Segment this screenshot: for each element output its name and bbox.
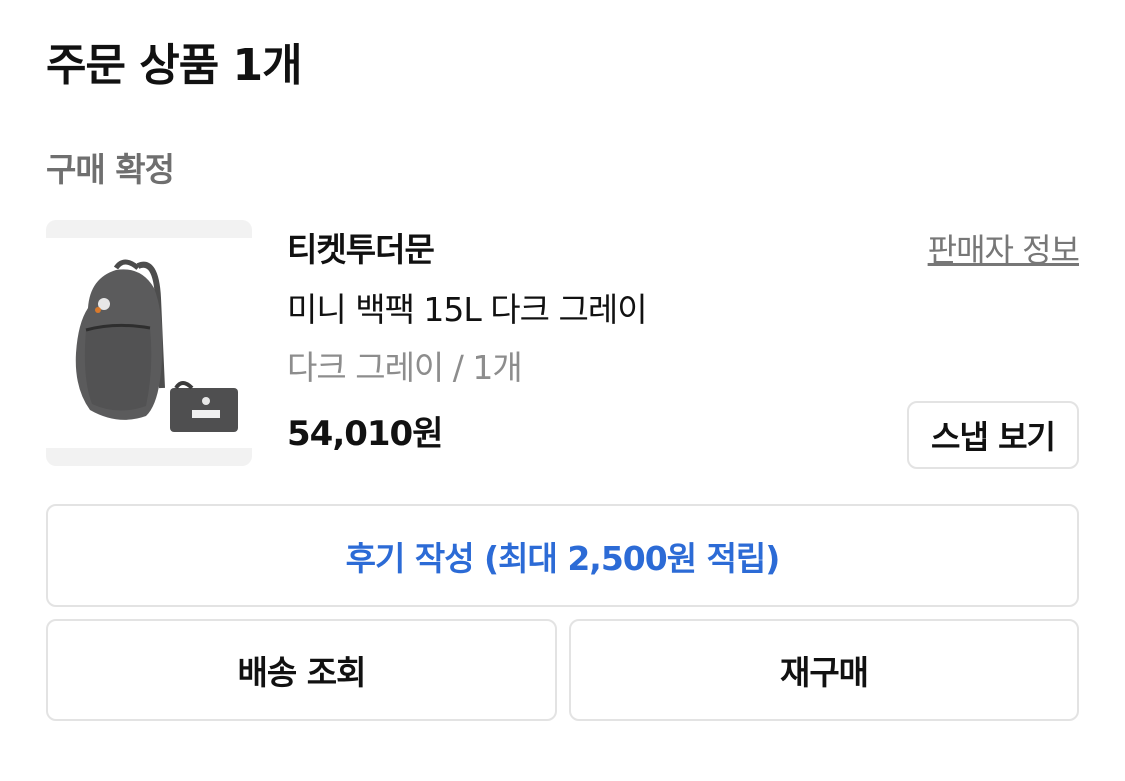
product-price: 54,010원: [287, 414, 443, 454]
product-option: 다크 그레이 / 1개: [287, 348, 523, 387]
order-title: 주문 상품 1개: [46, 40, 303, 91]
write-review-button[interactable]: 후기 작성 (최대 2,500원 적립): [46, 504, 1079, 607]
product-name[interactable]: 미니 백팩 15L 다크 그레이: [287, 288, 648, 332]
rebuy-button[interactable]: 재구매: [569, 619, 1079, 721]
seller-name[interactable]: 티켓투더문: [287, 228, 435, 272]
snap-view-button[interactable]: 스냅 보기: [907, 401, 1079, 469]
product-image-area: [46, 238, 252, 448]
product-image[interactable]: [46, 220, 252, 466]
backpack-image: [75, 259, 238, 432]
order-status: 구매 확정: [46, 150, 175, 189]
order-card: 주문 상품 1개 구매 확정 티켓투더문 판매자 정보 미니 백팩 15L 다크…: [0, 0, 1125, 781]
track-delivery-button[interactable]: 배송 조회: [46, 619, 557, 721]
seller-info-link[interactable]: 판매자 정보: [928, 228, 1080, 272]
